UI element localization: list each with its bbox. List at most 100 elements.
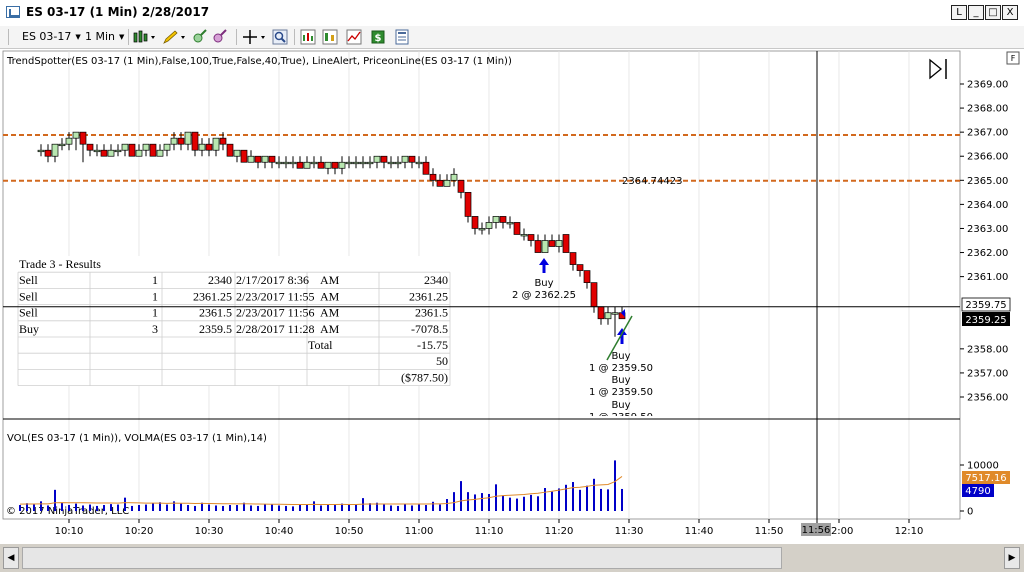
- buy-annotation-3-line1: Buy: [611, 375, 630, 386]
- buy-annotation-2-line1: Buy: [611, 351, 630, 362]
- price-panel-legend: TrendSpotter(ES 03-17 (1 Min),False,100,…: [6, 56, 512, 67]
- results-table-title: Trade 3 - Results: [19, 257, 101, 271]
- candle-body: [121, 143, 129, 151]
- candle-body: [184, 131, 192, 145]
- table-cell-side: Buy: [19, 322, 39, 336]
- draw-pencil-icon[interactable]: [162, 29, 188, 45]
- time-axis-label: 10:30: [195, 526, 224, 537]
- candle-body: [555, 240, 563, 247]
- table-cell-value: 2361.25: [409, 289, 448, 303]
- candle-body: [541, 240, 549, 253]
- table-cell-value: -7078.5: [411, 322, 448, 336]
- candle-body: [86, 143, 94, 151]
- volume-panel-legend: VOL(ES 03-17 (1 Min)), VOLMA(ES 03-17 (1…: [7, 433, 267, 444]
- time-axis-label: 10:50: [335, 526, 364, 537]
- price-axis-label: 2368.00: [967, 104, 1008, 115]
- maximize-button[interactable]: □: [985, 5, 1001, 20]
- table-multiplier: 50: [436, 354, 448, 368]
- candle-body: [569, 252, 577, 265]
- chart-app-icon: [6, 6, 20, 18]
- candle-body: [513, 222, 521, 235]
- table-total-value: -15.75: [417, 338, 448, 352]
- candle-body: [401, 155, 409, 163]
- candle-body: [261, 155, 269, 163]
- candle-body: [219, 137, 227, 145]
- candle-body: [240, 149, 248, 163]
- table-cell-side: Sell: [19, 273, 38, 287]
- close-button[interactable]: X: [1002, 5, 1018, 20]
- price-axis-label: 2358.00: [967, 344, 1008, 355]
- time-axis-label: 11:30: [615, 526, 644, 537]
- table-cell-ampm: AM: [320, 306, 340, 320]
- magnifier-icon[interactable]: [272, 29, 288, 45]
- interval-selector[interactable]: 1 Min ▼: [85, 29, 124, 45]
- candle-body: [597, 306, 605, 320]
- candle-body: [492, 216, 500, 223]
- crosshair-icon[interactable]: [242, 29, 268, 45]
- time-axis-label: 10:40: [265, 526, 294, 537]
- candle-body: [303, 161, 311, 169]
- scrollbar-thumb[interactable]: [22, 547, 782, 569]
- buy-annotation-1-line2: 2 @ 2362.25: [512, 290, 576, 301]
- chart-trader-icon[interactable]: [346, 29, 362, 45]
- candle-body: [226, 143, 234, 157]
- candle-body: [590, 282, 598, 308]
- candle-body: [478, 228, 486, 231]
- candle-body: [583, 270, 591, 283]
- table-cell-date: 2/23/2017 11:56: [236, 306, 315, 320]
- time-axis-label: 10:20: [125, 526, 154, 537]
- time-axis-label: 11:50: [755, 526, 784, 537]
- candle-body: [72, 131, 80, 139]
- time-axis-label: 11:20: [545, 526, 574, 537]
- candle-body: [527, 234, 535, 241]
- line-alert-label: 2364.74423: [622, 176, 682, 187]
- link-button[interactable]: L: [951, 5, 967, 20]
- price-axis-label: 2361.00: [967, 272, 1008, 283]
- table-cell-price: 2361.5: [199, 306, 232, 320]
- scroll-left-icon[interactable]: ◀: [3, 547, 19, 569]
- dollar-icon[interactable]: $: [370, 29, 386, 45]
- price-axis-label: 2366.00: [967, 152, 1008, 163]
- candle-body: [422, 161, 430, 175]
- bar-type-icon[interactable]: [132, 29, 158, 45]
- scroll-right-icon[interactable]: ▶: [1004, 547, 1020, 569]
- table-cell-date: 2/17/2017 8:36: [236, 273, 309, 287]
- toolbar-grip: [8, 29, 9, 45]
- candle-body: [37, 149, 45, 153]
- candle-body: [275, 161, 283, 165]
- indicators-icon[interactable]: [300, 29, 316, 45]
- minimize-button[interactable]: _: [968, 5, 984, 20]
- candle-body: [359, 161, 367, 165]
- chart-panel[interactable]: TrendSpotter(ES 03-17 (1 Min),False,100,…: [0, 49, 1024, 544]
- candle-body: [345, 161, 353, 165]
- candle-body: [394, 161, 402, 165]
- price-axis-label: 2357.00: [967, 368, 1008, 379]
- zoom-out-icon[interactable]: [212, 29, 228, 45]
- title-bar[interactable]: ES 03-17 (1 Min) 2/28/2017 L _ □ X: [0, 0, 1024, 27]
- table-total-label: Total: [308, 338, 333, 352]
- strategies-icon[interactable]: [322, 29, 338, 45]
- candle-body: [79, 131, 87, 145]
- price-axis-label: 2364.00: [967, 200, 1008, 211]
- candle-body: [170, 137, 178, 145]
- candle-body: [114, 149, 122, 153]
- properties-icon[interactable]: [394, 29, 410, 45]
- zoom-in-icon[interactable]: [192, 29, 208, 45]
- instrument-selector[interactable]: ES 03-17 ▼: [22, 29, 81, 45]
- candle-body: [142, 143, 150, 151]
- f-button-label: F: [1011, 54, 1016, 63]
- table-cell-ampm: AM: [320, 322, 340, 336]
- candle-body: [44, 149, 52, 157]
- candle-body: [233, 149, 241, 157]
- table-cell-price: 2361.25: [193, 289, 232, 303]
- horizontal-scrollbar[interactable]: ◀ ▶: [0, 544, 1024, 572]
- price-axis-label: 2363.00: [967, 224, 1008, 235]
- candle-body: [387, 161, 395, 165]
- candle-body: [338, 161, 346, 169]
- toolbar-separator: [294, 29, 295, 45]
- candle-body: [436, 179, 444, 187]
- interval-label: 1 Min: [85, 30, 116, 43]
- candle-body: [177, 137, 185, 145]
- instrument-label: ES 03-17: [22, 30, 72, 43]
- chart-canvas[interactable]: TrendSpotter(ES 03-17 (1 Min),False,100,…: [0, 49, 1024, 544]
